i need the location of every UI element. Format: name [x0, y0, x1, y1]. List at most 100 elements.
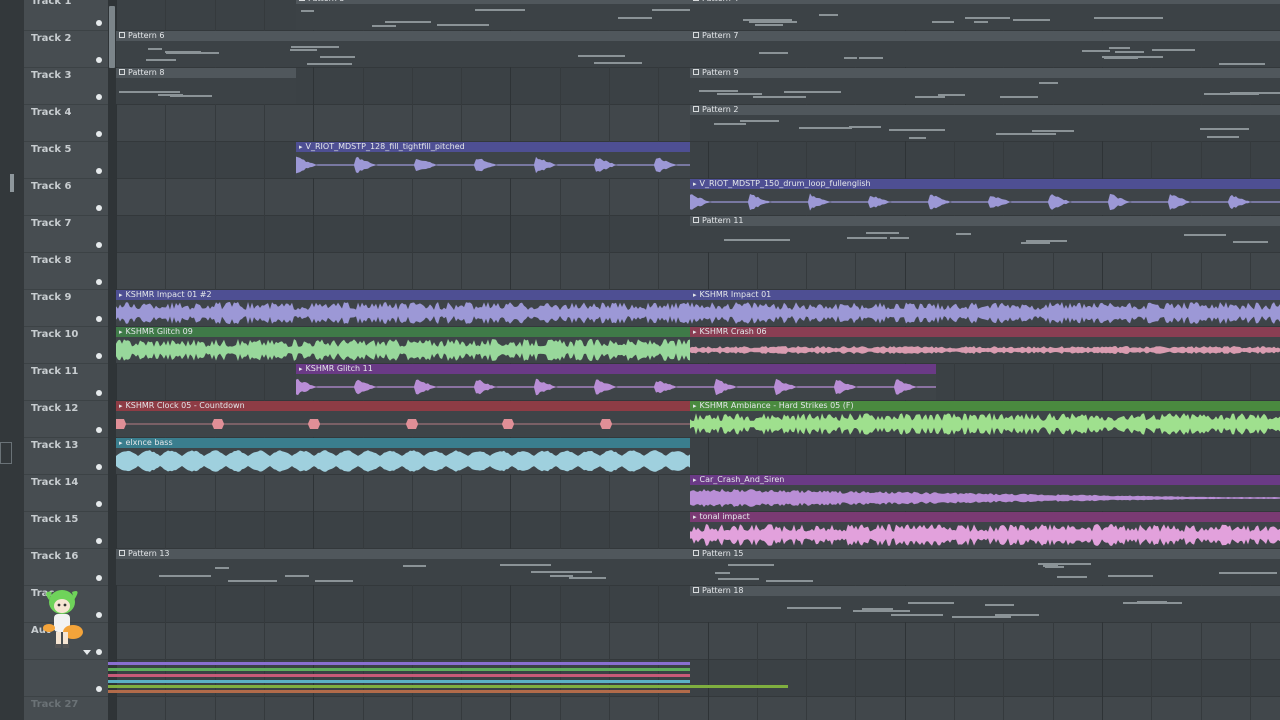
track-enable-dot[interactable] [96, 464, 102, 470]
audio-clip[interactable]: ▸ V_RIOT_MDSTP_128_fill_tightfill_pitched [296, 142, 690, 178]
clip-title: Pattern 9 [690, 68, 1280, 78]
tool-strip-slider[interactable] [10, 174, 14, 192]
track-header[interactable] [24, 660, 108, 697]
pattern-clip[interactable]: Pattern 11 [690, 216, 1280, 252]
pattern-clip[interactable]: Pattern 7 [690, 31, 1280, 67]
track-enable-dot[interactable] [96, 279, 102, 285]
track-lane[interactable] [116, 253, 1280, 290]
pattern-clip[interactable]: Pattern 8 [116, 68, 296, 104]
automation-clip[interactable] [108, 690, 690, 693]
track-header[interactable]: Track 5 [24, 142, 108, 179]
track-enable-dot[interactable] [96, 20, 102, 26]
pattern-clip[interactable]: Pattern 2 [690, 105, 1280, 141]
track-enable-dot[interactable] [96, 612, 102, 618]
track-header[interactable]: Track 9 [24, 290, 108, 327]
audio-clip[interactable]: ▸ KSHMR Glitch 09 [116, 327, 690, 363]
pattern-clip[interactable]: Pattern 18 [690, 586, 1280, 622]
pattern-note [170, 95, 212, 97]
track-enable-dot[interactable] [96, 649, 102, 655]
track-enable-dot[interactable] [96, 538, 102, 544]
track-header[interactable]: Track 11 [24, 364, 108, 401]
automation-clip[interactable] [108, 662, 690, 665]
pattern-clip[interactable]: Pattern 9 [690, 68, 1280, 104]
pattern-note [740, 120, 779, 122]
waveform-shape [690, 413, 1280, 435]
audio-clip[interactable]: ▸ tonal impact [690, 512, 1280, 548]
audio-clip[interactable]: ▸ KSHMR Crash 06 [690, 327, 1280, 363]
pattern-note [1200, 128, 1249, 130]
track-enable-dot[interactable] [96, 205, 102, 211]
track-header[interactable]: Track 13 [24, 438, 108, 475]
pattern-note [1032, 130, 1074, 132]
scrollbar-thumb[interactable] [109, 6, 115, 68]
pattern-note [1109, 47, 1130, 49]
track-header[interactable]: Track 7 [24, 216, 108, 253]
track-label: Track 9 [31, 292, 72, 303]
pattern-note [550, 575, 573, 577]
track-enable-dot[interactable] [96, 427, 102, 433]
track-label: Track 4 [31, 107, 72, 118]
track-enable-dot[interactable] [96, 168, 102, 174]
track-header[interactable]: Track 6 [24, 179, 108, 216]
pattern-note [889, 129, 945, 131]
track-enable-dot[interactable] [96, 131, 102, 137]
automation-clip[interactable] [108, 685, 788, 688]
track-enable-dot[interactable] [96, 242, 102, 248]
track-header[interactable]: Track 12 [24, 401, 108, 438]
waveform-shape [690, 488, 1280, 508]
pattern-clip[interactable]: Pattern 13 [116, 549, 690, 585]
track-lane[interactable] [116, 697, 1280, 720]
track-enable-dot[interactable] [96, 353, 102, 359]
track-enable-dot[interactable] [96, 686, 102, 692]
audio-clip[interactable]: ▸ KSHMR Ambiance - Hard Strikes 05 (F) [690, 401, 1280, 437]
audio-clip[interactable]: ▸ KSHMR Clock 05 - Countdown [116, 401, 690, 437]
pattern-note [1057, 576, 1087, 578]
automation-clip[interactable] [108, 668, 690, 671]
track-enable-dot[interactable] [96, 575, 102, 581]
track-lane[interactable] [116, 623, 1280, 660]
audio-clip[interactable]: ▸ V_RIOT_MDSTP_150_drum_loop_fullenglish [690, 179, 1280, 215]
track-header[interactable]: Track 1 [24, 0, 108, 31]
track-enable-dot[interactable] [96, 94, 102, 100]
track-header[interactable]: Track 8 [24, 253, 108, 290]
track-header[interactable]: Track 4 [24, 105, 108, 142]
pattern-notes [116, 78, 296, 104]
audio-clip[interactable]: ▸ elxnce bass [116, 438, 690, 474]
track-menu-arrow-icon[interactable] [83, 650, 91, 655]
vertical-scrollbar[interactable] [108, 0, 116, 720]
playlist-grid[interactable]: Pattern 3 Pattern 4 Pattern 6 Pattern 7 Patt… [116, 0, 1280, 720]
track-enable-dot[interactable] [96, 501, 102, 507]
automation-clips-area[interactable] [108, 660, 798, 700]
track-enable-dot[interactable] [96, 57, 102, 63]
automation-clip[interactable] [108, 680, 690, 683]
pattern-note [755, 24, 783, 26]
track-header[interactable]: Track 15 [24, 512, 108, 549]
pattern-notes [690, 559, 1280, 585]
track-header[interactable]: Track 16 [24, 549, 108, 586]
track-header[interactable]: Track 2 [24, 31, 108, 68]
track-enable-dot[interactable] [96, 390, 102, 396]
track-header[interactable]: Track 3 [24, 68, 108, 105]
audio-clip[interactable]: ▸ KSHMR Glitch 11 [296, 364, 936, 400]
pattern-note [1039, 82, 1058, 84]
pattern-note [891, 614, 943, 616]
pattern-clip[interactable]: Pattern 3 [296, 0, 690, 30]
tool-strip-box[interactable] [0, 442, 12, 464]
track-label: Track 1 [31, 0, 72, 7]
audio-clip-icon: ▸ [299, 365, 303, 373]
audio-clip[interactable]: ▸ Car_Crash_And_Siren [690, 475, 1280, 511]
pattern-note [755, 239, 790, 241]
track-header[interactable]: Track 14 [24, 475, 108, 512]
pattern-notes [690, 115, 1280, 141]
track-lane[interactable] [116, 142, 1280, 179]
pattern-clip[interactable]: Pattern 4 [690, 0, 1280, 30]
track-enable-dot[interactable] [96, 316, 102, 322]
pattern-clip[interactable]: Pattern 15 [690, 549, 1280, 585]
pattern-clip[interactable]: Pattern 6 [116, 31, 690, 67]
audio-clip[interactable]: ▸ KSHMR Impact 01 [690, 290, 1280, 326]
automation-clip[interactable] [108, 674, 690, 677]
audio-clip[interactable]: ▸ KSHMR Impact 01 #2 [116, 290, 690, 326]
track-header[interactable]: Track 27 [24, 697, 108, 720]
pattern-note [956, 233, 971, 235]
track-header[interactable]: Track 10 [24, 327, 108, 364]
